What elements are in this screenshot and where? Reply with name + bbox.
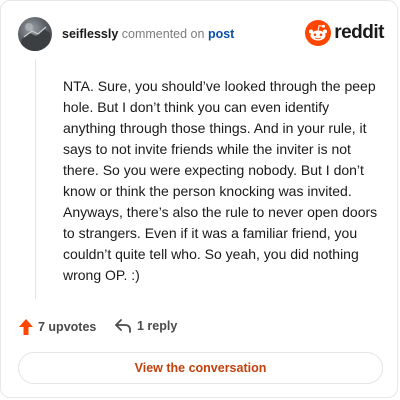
- thread-line: [35, 59, 36, 299]
- comment-meta: seiflessly commented on post: [62, 27, 234, 41]
- reddit-snoo-icon: [305, 20, 332, 46]
- user-avatar[interactable]: [18, 17, 52, 51]
- reply-arrow-icon: [115, 319, 131, 333]
- username[interactable]: seiflessly: [62, 27, 118, 41]
- post-link[interactable]: post: [208, 27, 234, 41]
- reply-count: 1 reply: [137, 319, 178, 333]
- upvote-arrow-icon: [19, 319, 33, 335]
- comment-actions: 7 upvotes 1 reply: [19, 317, 379, 337]
- reply-button[interactable]: 1 reply: [115, 319, 177, 333]
- brand-wordmark: reddit: [334, 22, 384, 43]
- view-conversation-button[interactable]: View the conversation: [18, 352, 383, 384]
- action-text: commented on: [121, 27, 205, 41]
- upvote-button[interactable]: 7 upvotes: [19, 319, 96, 335]
- comment-body: NTA. Sure, you should’ve looked through …: [63, 78, 378, 283]
- reddit-brand[interactable]: reddit: [305, 19, 384, 47]
- view-conversation-label: View the conversation: [134, 361, 267, 375]
- comment-card: seiflessly commented on post reddit NTA.…: [0, 0, 398, 398]
- upvote-count: 7 upvotes: [38, 320, 97, 334]
- comment-header: seiflessly commented on post reddit: [18, 17, 384, 51]
